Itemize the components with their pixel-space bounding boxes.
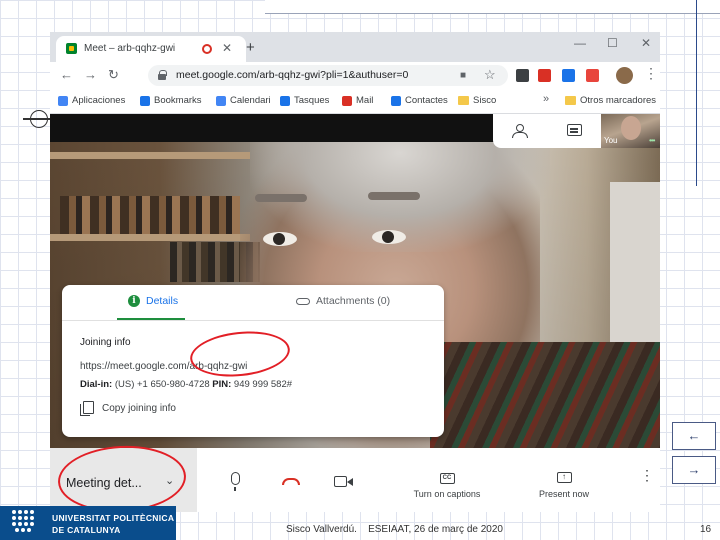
minimize-button[interactable]: — [574,36,586,50]
close-window-button[interactable]: ✕ [641,36,651,50]
back-button[interactable]: ← [60,67,73,82]
bookshelf [50,234,250,241]
copy-joining-info-label: Copy joining info [102,402,176,414]
eye [372,230,406,244]
self-view-tile[interactable]: You ••• [601,114,660,148]
extension-icon[interactable] [538,69,551,82]
meet-top-panel [493,114,601,148]
page-number: 16 [700,524,712,535]
bookmark-star-icon[interactable]: ☆ [484,67,496,83]
lock-icon [158,70,167,80]
more-options-icon[interactable]: ⋮ [640,468,654,482]
captions-button[interactable]: CC Turn on captions [397,466,497,499]
eye [263,232,297,246]
bookmark-item[interactable]: Contactes [391,95,448,106]
bookshelf [50,152,250,159]
extension-icon[interactable] [586,69,599,82]
audio-level-icon: ••• [649,136,655,145]
hang-up-icon[interactable] [282,478,300,485]
tab-attachments[interactable]: Attachments (0) [296,295,390,307]
chat-icon[interactable] [567,124,582,136]
slide-top-rule [265,0,720,14]
present-label: Present now [538,489,590,499]
copy-joining-info-button[interactable]: Copy joining info [80,401,176,416]
people-icon[interactable] [511,124,528,138]
microphone-icon[interactable] [231,472,240,491]
forward-button[interactable]: → [84,67,97,82]
tab-meet[interactable]: Meet – arb-qqhz-gwi ✕ [56,36,246,62]
tab-details-label: Details [146,295,179,307]
divider [62,320,444,321]
other-bookmarks[interactable]: Otros marcadores [565,95,656,106]
books [60,196,240,234]
reload-button[interactable]: ↻ [108,67,119,83]
camera-indicator-icon[interactable]: ■ [460,70,466,81]
captions-label: Turn on captions [413,489,481,499]
footer-author: Sisco Vallverdú. [286,524,357,535]
footer-event: ESEIAAT, 26 de març de 2020 [368,524,503,535]
apps-icon [58,95,68,106]
maximize-button[interactable]: ☐ [607,36,618,50]
gmail-icon [342,95,352,106]
address-url: meet.google.com/arb-qqhz-gwi?pli=1&authu… [176,69,409,81]
logo-text-line1: UNIVERSITAT POLITÈCNICA [52,513,175,523]
slide-next-button[interactable]: → [672,456,716,484]
meet-favicon-icon [66,43,77,54]
bookmark-item[interactable]: Tasques [280,95,329,106]
bookmarks-overflow-button[interactable]: » [543,93,549,105]
bookmarks-bar: Aplicaciones Bookmarks Calendari Tasques… [50,89,660,114]
slide-footer: Sisco Vallverdú. ESEIAAT, 26 de març de … [286,524,503,535]
browser-toolbar: ← → ↻ meet.google.com/arb-qqhz-gwi?pli=1… [50,62,660,89]
browser-menu-icon[interactable]: ⋮ [644,65,658,82]
info-icon: i [128,295,140,307]
calendar-icon [216,95,226,106]
browser-window: Meet – arb-qqhz-gwi ✕ + — ☐ ✕ ← → ↻ meet… [50,32,660,114]
crosshair-icon [23,110,55,128]
tab-title: Meet – arb-qqhz-gwi [84,43,176,54]
eyebrow [255,194,307,202]
present-now-button[interactable]: ↑ Present now [514,466,614,499]
upc-mark-icon [12,510,42,536]
tasks-icon [280,95,290,106]
extension-icon[interactable] [562,69,575,82]
contacts-icon [391,95,401,106]
tab-attachments-label: Attachments (0) [316,295,391,307]
new-tab-button[interactable]: + [246,39,255,56]
camera-icon[interactable] [334,476,353,487]
address-bar[interactable]: meet.google.com/arb-qqhz-gwi?pli=1&authu… [148,65,508,86]
tab-strip: Meet – arb-qqhz-gwi ✕ + — ☐ ✕ [50,32,660,62]
captions-icon: CC [439,473,455,484]
bookmark-item[interactable]: Calendari [216,95,271,106]
bookmark-item[interactable]: Aplicaciones [58,95,125,106]
joining-info-title: Joining info [80,337,131,348]
upc-logo: UNIVERSITAT POLITÈCNICA DE CATALUNYA [0,506,176,540]
slide-prev-button[interactable]: ← [672,422,716,450]
tab-details[interactable]: i Details [128,295,178,307]
profile-avatar[interactable] [616,67,633,84]
self-label: You [604,136,618,145]
copy-icon [80,401,94,416]
present-icon: ↑ [556,472,572,483]
bookmark-item[interactable]: Bookmarks [140,95,202,106]
extension-icon[interactable] [516,69,529,82]
folder-icon [565,96,576,105]
recording-icon [202,44,212,54]
dial-in-info: Dial-in: (US) +1 650-980-4728 PIN: 949 9… [80,379,293,390]
folder-icon [458,96,469,105]
bookmark-item[interactable]: Sisco [458,95,496,106]
logo-text-line2: DE CATALUNYA [52,525,121,535]
slide-right-rule [696,0,697,186]
attachment-icon [296,297,310,305]
tab-close-button[interactable]: ✕ [222,41,232,55]
eyebrow [368,192,420,200]
bookmark-item[interactable]: Mail [342,95,373,106]
star-icon [140,95,150,106]
self-face [621,116,641,140]
